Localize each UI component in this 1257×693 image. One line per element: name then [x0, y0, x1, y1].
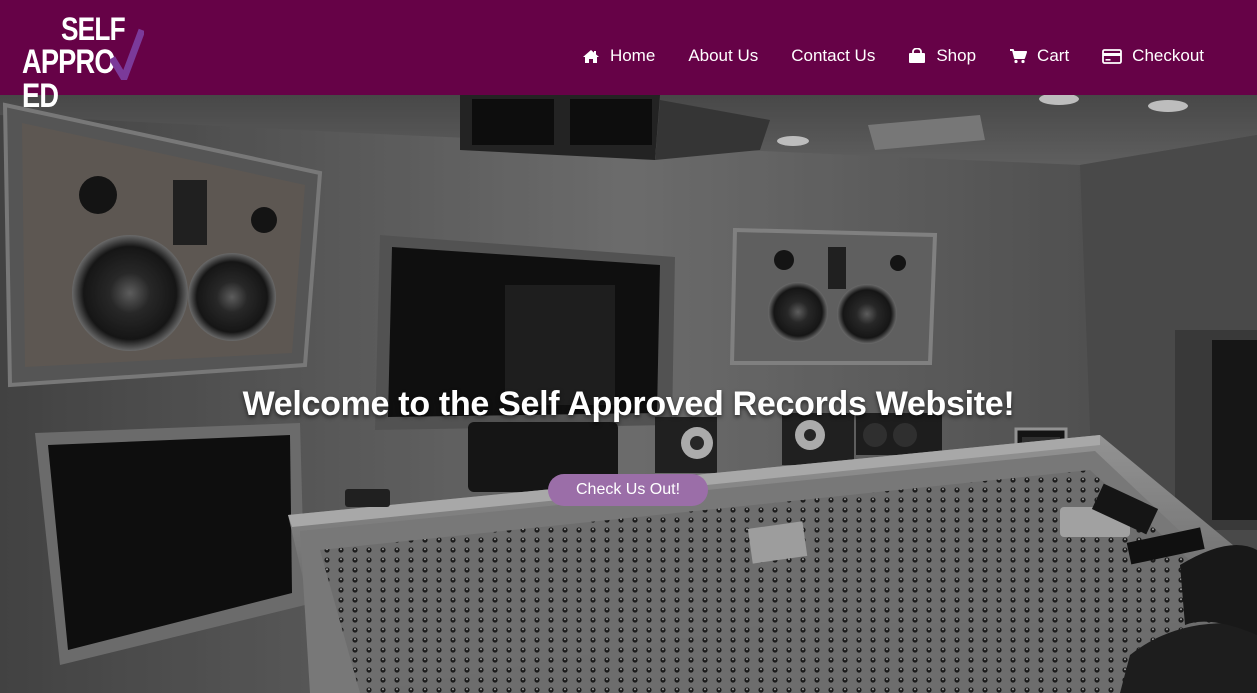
nav-checkout-label: Checkout: [1132, 46, 1204, 65]
header-navbar: SELF APPROED Home About Us Contact Us Sh…: [0, 0, 1257, 113]
cart-icon: [1009, 48, 1028, 64]
checkmark-icon: [110, 28, 144, 80]
nav-contact-us[interactable]: Contact Us: [791, 46, 875, 66]
nav-contact-us-label: Contact Us: [791, 46, 876, 65]
hero-section: Welcome to the Self Approved Records Web…: [0, 95, 1257, 693]
logo-line-2-end: ED: [22, 77, 59, 115]
nav-cart-label: Cart: [1037, 46, 1070, 65]
main-nav: Home About Us Contact Us Shop Cart Check…: [582, 46, 1204, 66]
logo-line-2-start: APPRO: [22, 43, 116, 81]
page: SELF APPROED Home About Us Contact Us Sh…: [0, 0, 1257, 693]
credit-card-icon: [1102, 48, 1123, 64]
nav-home-label: Home: [609, 46, 656, 65]
shopping-bag-icon: [908, 48, 926, 64]
nav-about-us-label: About Us: [688, 46, 759, 65]
nav-shop-label: Shop: [936, 46, 977, 65]
home-icon: [582, 49, 600, 64]
nav-about-us[interactable]: About Us: [688, 46, 758, 66]
nav-shop[interactable]: Shop: [908, 46, 976, 66]
nav-checkout[interactable]: Checkout: [1102, 46, 1204, 66]
hero-title: Welcome to the Self Approved Records Web…: [242, 385, 1015, 423]
nav-home[interactable]: Home: [582, 46, 655, 66]
nav-cart[interactable]: Cart: [1009, 46, 1069, 66]
check-us-out-button[interactable]: Check Us Out!: [548, 474, 708, 506]
brand-logo[interactable]: SELF APPROED: [22, 12, 177, 113]
